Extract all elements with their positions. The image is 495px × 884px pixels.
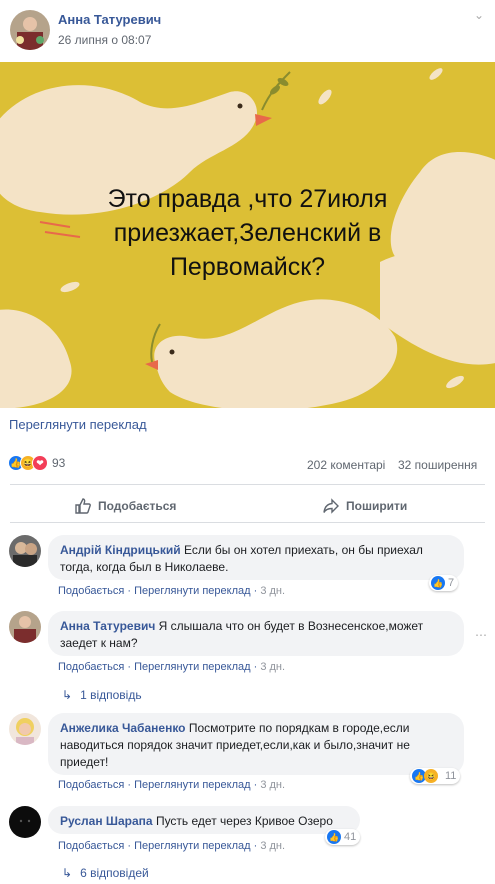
like-reaction-icon: 👍	[327, 830, 341, 844]
author-avatar[interactable]	[10, 10, 50, 50]
comment-actions: Подобається · Переглянути переклад · 3 д…	[58, 585, 286, 597]
comment-author[interactable]: Анжелика Чабаненко	[60, 721, 186, 735]
haha-reaction-icon: 😆	[424, 769, 438, 783]
comment-like-link[interactable]: Подобається	[58, 779, 124, 791]
actions-divider	[10, 522, 485, 523]
reactions-summary[interactable]: 👍 😆 ❤ 93	[8, 455, 65, 471]
comment-author[interactable]: Андрій Кіндрицький	[60, 543, 181, 557]
post-timestamp[interactable]: 26 липня о 08:07	[58, 33, 151, 47]
thumbs-up-icon	[75, 498, 91, 514]
comment-text: Пусть едет через Кривое Озеро	[155, 814, 333, 828]
comment-translate-link[interactable]: Переглянути переклад	[134, 661, 250, 673]
comment-bubble: Руслан Шарапа Пусть едет через Кривое Оз…	[48, 806, 360, 834]
comment-options-icon[interactable]: ⋯	[475, 628, 487, 642]
replies-count: 6 відповідей	[80, 866, 149, 880]
reply-arrow-icon: ↳	[62, 866, 73, 880]
love-reaction-icon: ❤	[32, 455, 48, 471]
view-replies-link[interactable]: ↳ 1 відповідь	[62, 688, 142, 702]
view-replies-link[interactable]: ↳ 6 відповідей	[62, 866, 149, 880]
comment-translate-link[interactable]: Переглянути переклад	[134, 585, 250, 597]
comment-bubble: Анна Татуревич Я слышала что он будет в …	[48, 611, 464, 656]
comment-like-link[interactable]: Подобається	[58, 585, 124, 597]
comment-reaction-count: 41	[344, 831, 357, 843]
share-arrow-icon	[323, 498, 339, 514]
comment-actions: Подобається · Переглянути переклад · 3 д…	[58, 779, 286, 791]
stats-divider	[10, 484, 485, 485]
comment-reactions-badge[interactable]: 👍 😆 11	[410, 768, 461, 784]
comment-time[interactable]: 3 дн.	[260, 779, 285, 791]
comment-author[interactable]: Руслан Шарапа	[60, 814, 153, 828]
comment-like-link[interactable]: Подобається	[58, 840, 124, 852]
post-image[interactable]: Это правда ,что 27июля приезжает,Зеленск…	[0, 62, 495, 408]
post-image-text: Это правда ,что 27июля приезжает,Зеленск…	[107, 185, 388, 281]
share-button-label: Поширити	[346, 499, 408, 513]
share-button[interactable]: Поширити	[322, 497, 407, 515]
comment-author[interactable]: Анна Татуревич	[60, 619, 155, 633]
comment-reactions-badge[interactable]: 👍 41	[325, 829, 361, 845]
comment-translate-link[interactable]: Переглянути переклад	[134, 840, 250, 852]
commenter-avatar[interactable]	[9, 713, 41, 745]
comment-time[interactable]: 3 дн.	[260, 661, 285, 673]
like-button-label: Подобається	[98, 499, 177, 513]
commenter-avatar[interactable]	[9, 611, 41, 643]
comment-time[interactable]: 3 дн.	[260, 840, 285, 852]
comments-count[interactable]: 202 коментарі	[307, 458, 385, 472]
like-button[interactable]: Подобається	[74, 497, 176, 515]
comment-translate-link[interactable]: Переглянути переклад	[134, 779, 250, 791]
comment-bubble: Анжелика Чабаненко Посмотрите по порядка…	[48, 713, 464, 775]
comment-time[interactable]: 3 дн.	[260, 585, 285, 597]
commenter-avatar[interactable]	[9, 535, 41, 567]
comment-actions: Подобається · Переглянути переклад · 3 д…	[58, 661, 286, 673]
commenter-avatar[interactable]	[9, 806, 41, 838]
comment-actions: Подобається · Переглянути переклад · 3 д…	[58, 840, 286, 852]
comment-like-link[interactable]: Подобається	[58, 661, 124, 673]
reply-arrow-icon: ↳	[62, 688, 73, 702]
reactions-count: 93	[52, 456, 66, 470]
shares-count[interactable]: 32 поширення	[398, 458, 477, 472]
comment-reaction-count: 11	[445, 770, 457, 782]
post-author-name[interactable]: Анна Татуревич	[58, 12, 161, 27]
replies-count: 1 відповідь	[80, 688, 142, 702]
comment-reaction-count: 7	[448, 577, 455, 589]
comment-reactions-badge[interactable]: 👍 7	[429, 575, 459, 591]
comment-bubble: Андрій Кіндрицький Если бы он хотел прие…	[48, 535, 464, 580]
see-translation-link[interactable]: Переглянути переклад	[9, 417, 147, 432]
post-options-chevron-icon[interactable]: ⌄	[474, 8, 484, 22]
like-reaction-icon: 👍	[431, 576, 445, 590]
